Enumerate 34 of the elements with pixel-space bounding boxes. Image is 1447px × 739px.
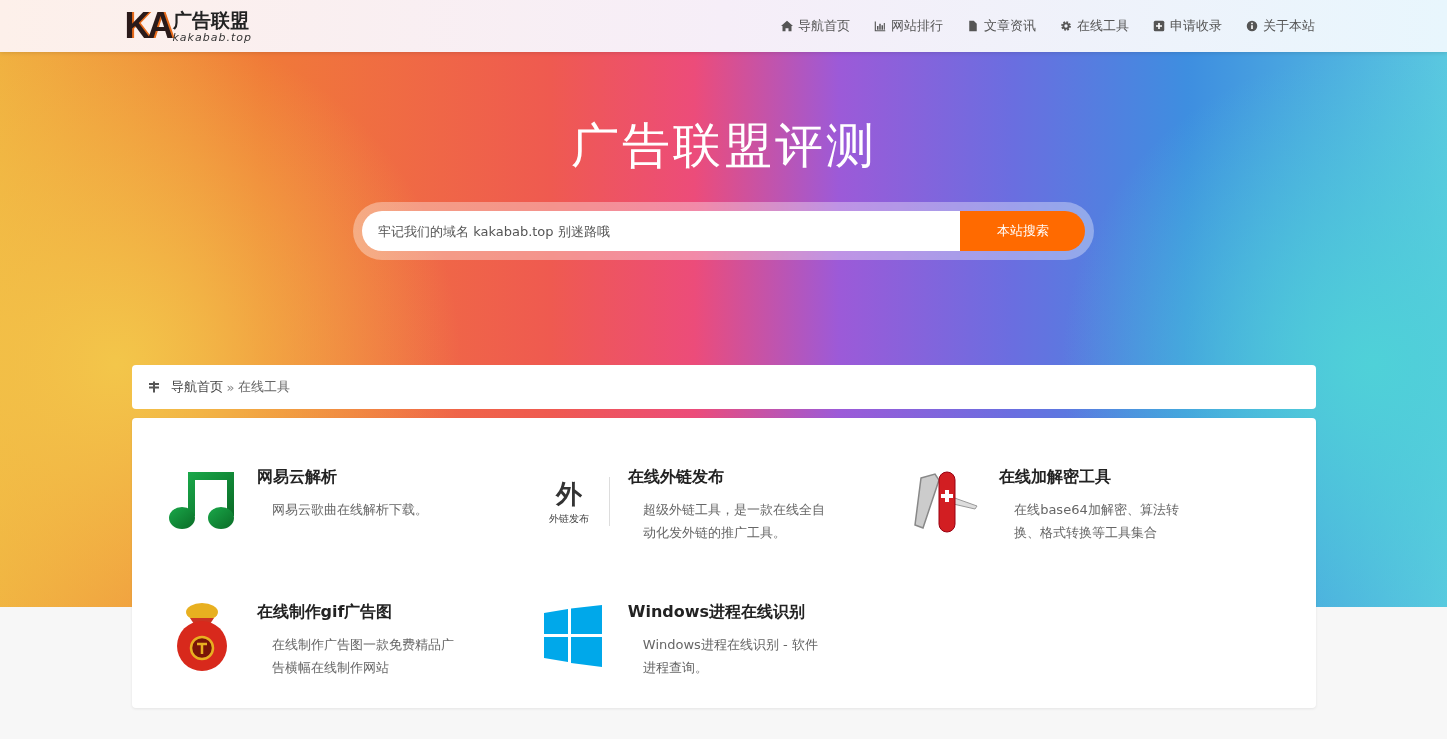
breadcrumb-separator: »	[226, 379, 235, 395]
breadcrumb-link[interactable]: 在线工具	[238, 378, 291, 396]
tool-description: Windows进程在线识别 - 软件进程查询。	[642, 636, 819, 677]
tool-title[interactable]: 在线加解密工具	[999, 467, 1112, 488]
breadcrumb-link[interactable]: 导航首页	[170, 378, 223, 396]
home-icon	[780, 20, 793, 32]
tool-title[interactable]: Windows进程在线识别	[627, 602, 806, 623]
logo-domain: kakabab.top	[172, 30, 252, 44]
tool-description: 网易云歌曲在线解析下载。	[271, 501, 429, 519]
text-logo: 外 外链发布	[549, 476, 611, 526]
tool-title[interactable]: 在线外链发布	[627, 467, 724, 488]
settings-icon	[1059, 20, 1072, 32]
music-note-icon	[167, 470, 236, 532]
nav-link[interactable]: 网站排行	[873, 17, 943, 35]
hero-title: 广告联盟评测	[570, 116, 877, 175]
document-icon	[966, 20, 979, 32]
logo-title[interactable]: 广告联盟	[172, 8, 252, 31]
nav-link[interactable]: 关于本站	[1245, 17, 1315, 35]
bar-chart-icon	[873, 20, 886, 32]
info-icon	[1245, 20, 1258, 32]
tool-description: 在线制作广告图一款免费精品广告横幅在线制作网站	[271, 636, 454, 677]
tool-title[interactable]: 网易云解析	[256, 467, 337, 488]
logo-mark[interactable]: KA	[124, 5, 171, 47]
nav-link[interactable]: 申请收录	[1152, 17, 1222, 35]
tool-description: 在线base64加解密、算法转换、格式转换等工具集合	[1014, 501, 1180, 542]
nav-link[interactable]: 导航首页	[780, 17, 850, 35]
search-field[interactable]: 牢记我们的域名 kakabab.top 别迷路哦	[362, 211, 960, 251]
tool-title[interactable]: 在线制作gif广告图	[256, 602, 393, 623]
plus-square-icon	[1152, 20, 1165, 32]
windows-logo-icon	[543, 605, 602, 667]
nav-link[interactable]: 在线工具	[1059, 17, 1129, 35]
signpost-icon	[147, 381, 160, 393]
nav-link[interactable]: 文章资讯	[966, 17, 1036, 35]
tool-description: 超级外链工具，是一款在线全自动化发外链的推广工具。	[642, 501, 825, 542]
